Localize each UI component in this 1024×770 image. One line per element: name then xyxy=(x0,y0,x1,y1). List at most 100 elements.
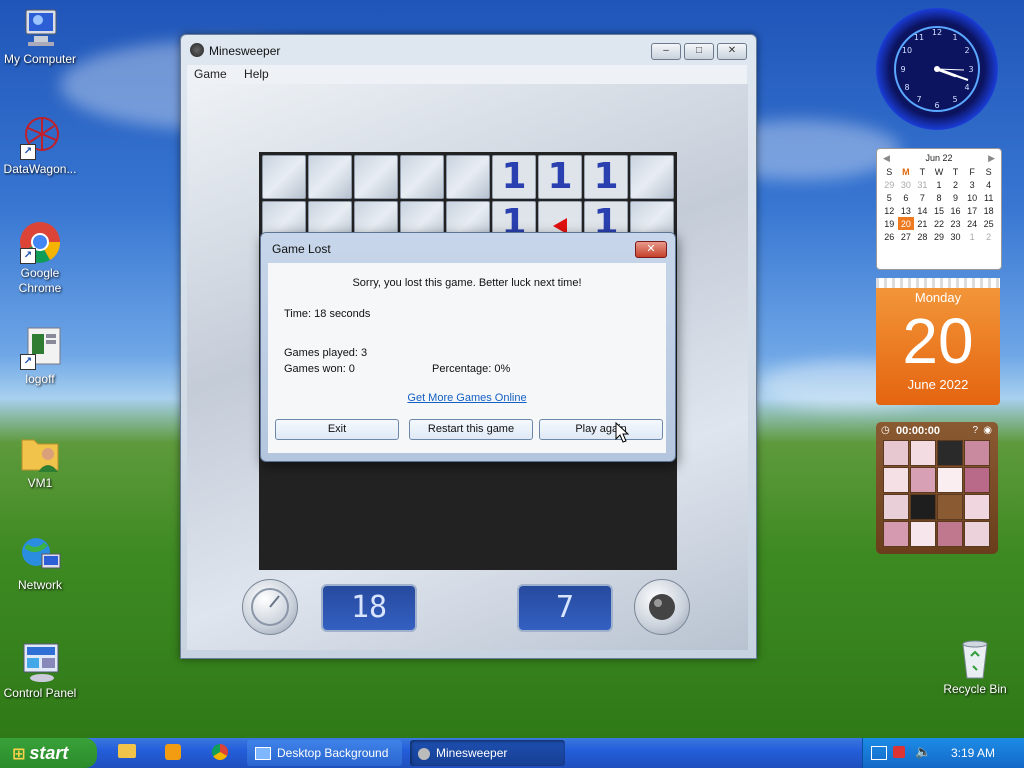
calendar-day[interactable]: 29 xyxy=(931,230,948,243)
mine-cell[interactable]: 1 xyxy=(584,155,628,199)
calendar-day[interactable]: 30 xyxy=(898,178,915,191)
time-counter: 18 xyxy=(321,584,417,632)
mine-cell[interactable] xyxy=(308,155,352,199)
calendar-day[interactable]: 9 xyxy=(947,191,964,204)
calendar-day[interactable]: 25 xyxy=(980,217,997,230)
calendar-day[interactable]: 17 xyxy=(964,204,981,217)
minesweeper-task-icon xyxy=(418,747,430,760)
calendar-day[interactable]: 22 xyxy=(931,217,948,230)
puzzle-tile[interactable] xyxy=(964,467,990,493)
puzzle-timer: 00:00:00 xyxy=(896,425,941,437)
calendar-day[interactable]: 10 xyxy=(964,191,981,204)
puzzle-tile[interactable] xyxy=(964,494,990,520)
puzzle-hint-icon[interactable]: ◉ xyxy=(983,425,992,436)
calendar-day[interactable]: 7 xyxy=(914,191,931,204)
desktop-icon-my-computer[interactable]: My Computer xyxy=(0,6,80,67)
desktop-icon-vm1[interactable]: VM1 xyxy=(0,430,80,491)
mine-cell[interactable] xyxy=(400,155,444,199)
puzzle-tile[interactable] xyxy=(964,440,990,466)
start-button[interactable]: ⊞ start xyxy=(0,738,97,768)
desktop-icon-recycle-bin[interactable]: Recycle Bin xyxy=(935,636,1015,697)
security-alert-icon[interactable] xyxy=(893,746,905,758)
puzzle-tile[interactable] xyxy=(883,467,909,493)
calendar-day[interactable]: 23 xyxy=(947,217,964,230)
calendar-gadget[interactable]: ◀ Jun 22 ▶ SMTWTFS 29 30 31 1 2 3 4 5 6 7 8 9 10 11 12 13… xyxy=(876,148,1002,270)
puzzle-tile[interactable] xyxy=(937,467,963,493)
volume-icon[interactable]: 🔈 xyxy=(915,744,931,760)
calendar-day[interactable]: 26 xyxy=(881,230,898,243)
desktop-icon-network[interactable]: Network xyxy=(0,532,80,593)
puzzle-tile[interactable] xyxy=(937,521,963,547)
next-month-icon[interactable]: ▶ xyxy=(988,153,995,164)
media-player-icon[interactable] xyxy=(165,744,181,760)
calendar-day[interactable]: 4 xyxy=(980,178,997,191)
mine-cell[interactable] xyxy=(262,155,306,199)
mine-cell[interactable]: 1 xyxy=(538,155,582,199)
calendar-day[interactable]: 1 xyxy=(931,178,948,191)
prev-month-icon[interactable]: ◀ xyxy=(883,153,890,164)
maximize-button[interactable]: □ xyxy=(684,43,714,60)
puzzle-tile[interactable] xyxy=(910,521,936,547)
get-more-games-link[interactable]: Get More Games Online xyxy=(268,392,666,404)
mine-cell[interactable]: 1 xyxy=(492,155,536,199)
puzzle-tile[interactable] xyxy=(883,494,909,520)
puzzle-tile[interactable] xyxy=(910,494,936,520)
calendar-day[interactable]: 12 xyxy=(881,204,898,217)
puzzle-tile[interactable] xyxy=(937,440,963,466)
calendar-day[interactable]: 15 xyxy=(931,204,948,217)
puzzle-tile[interactable] xyxy=(883,521,909,547)
chrome-quicklaunch-icon[interactable] xyxy=(212,744,228,760)
close-button[interactable]: ✕ xyxy=(717,43,747,60)
mine-cell[interactable] xyxy=(354,155,398,199)
calendar-day[interactable]: 24 xyxy=(964,217,981,230)
calendar-day[interactable]: 19 xyxy=(881,217,898,230)
show-desktop-icon[interactable] xyxy=(118,744,136,758)
calendar-day[interactable]: 30 xyxy=(947,230,964,243)
puzzle-tile[interactable] xyxy=(964,521,990,547)
desktop-icon-google-chrome[interactable]: ↗ Google Chrome xyxy=(0,220,80,296)
menu-game[interactable]: Game xyxy=(187,65,234,83)
calendar-day[interactable]: 14 xyxy=(914,204,931,217)
mine-cell[interactable] xyxy=(446,155,490,199)
task-desktop-background[interactable]: Desktop Background xyxy=(247,740,402,766)
restart-game-button[interactable]: Restart this game xyxy=(409,419,533,440)
play-again-button[interactable]: Play again xyxy=(539,419,663,440)
clock-time[interactable]: 3:19 AM xyxy=(951,746,995,760)
calendar-day[interactable]: 20 xyxy=(897,217,915,230)
calendar-day[interactable]: 13 xyxy=(898,204,915,217)
desktop-icon-datawagon[interactable]: ↗ DataWagon... xyxy=(0,116,80,177)
window-titlebar[interactable]: Minesweeper – □ ✕ xyxy=(181,35,756,65)
calendar-day[interactable]: 31 xyxy=(914,178,931,191)
calendar-day[interactable]: 2 xyxy=(980,230,997,243)
puzzle-tile[interactable] xyxy=(883,440,909,466)
calendar-day[interactable]: 1 xyxy=(964,230,981,243)
calendar-day[interactable]: 27 xyxy=(898,230,915,243)
calendar-day[interactable]: 3 xyxy=(964,178,981,191)
desktop-icon-control-panel[interactable]: Control Panel xyxy=(0,640,80,701)
exit-button[interactable]: Exit xyxy=(275,419,399,440)
calendar-day[interactable]: 28 xyxy=(914,230,931,243)
task-minesweeper[interactable]: Minesweeper xyxy=(410,740,565,766)
network-tray-icon[interactable] xyxy=(871,746,887,760)
clock-gadget[interactable]: 12 1 2 3 45 6 7 8 9 10 11 xyxy=(876,8,998,130)
calendar-day[interactable]: 6 xyxy=(898,191,915,204)
calendar-day[interactable]: 2 xyxy=(947,178,964,191)
puzzle-tile[interactable] xyxy=(910,440,936,466)
picture-puzzle-gadget[interactable]: ◷ 00:00:00 ? ◉ xyxy=(876,422,998,554)
calendar-day[interactable]: 21 xyxy=(914,217,931,230)
puzzle-tile[interactable] xyxy=(910,467,936,493)
desktop-icon-logoff[interactable]: ↗ logoff xyxy=(0,326,80,387)
control-panel-icon xyxy=(18,640,62,684)
minimize-button[interactable]: – xyxy=(651,43,681,60)
puzzle-tile[interactable] xyxy=(937,494,963,520)
mine-cell[interactable] xyxy=(630,155,674,199)
calendar-day[interactable]: 11 xyxy=(980,191,997,204)
calendar-day[interactable]: 5 xyxy=(881,191,898,204)
dialog-close-button[interactable]: ✕ xyxy=(635,241,667,258)
calendar-day[interactable]: 18 xyxy=(980,204,997,217)
puzzle-help-icon[interactable]: ? xyxy=(972,425,978,436)
menu-help[interactable]: Help xyxy=(237,65,276,83)
calendar-day[interactable]: 29 xyxy=(881,178,898,191)
calendar-day[interactable]: 16 xyxy=(947,204,964,217)
calendar-day[interactable]: 8 xyxy=(931,191,948,204)
